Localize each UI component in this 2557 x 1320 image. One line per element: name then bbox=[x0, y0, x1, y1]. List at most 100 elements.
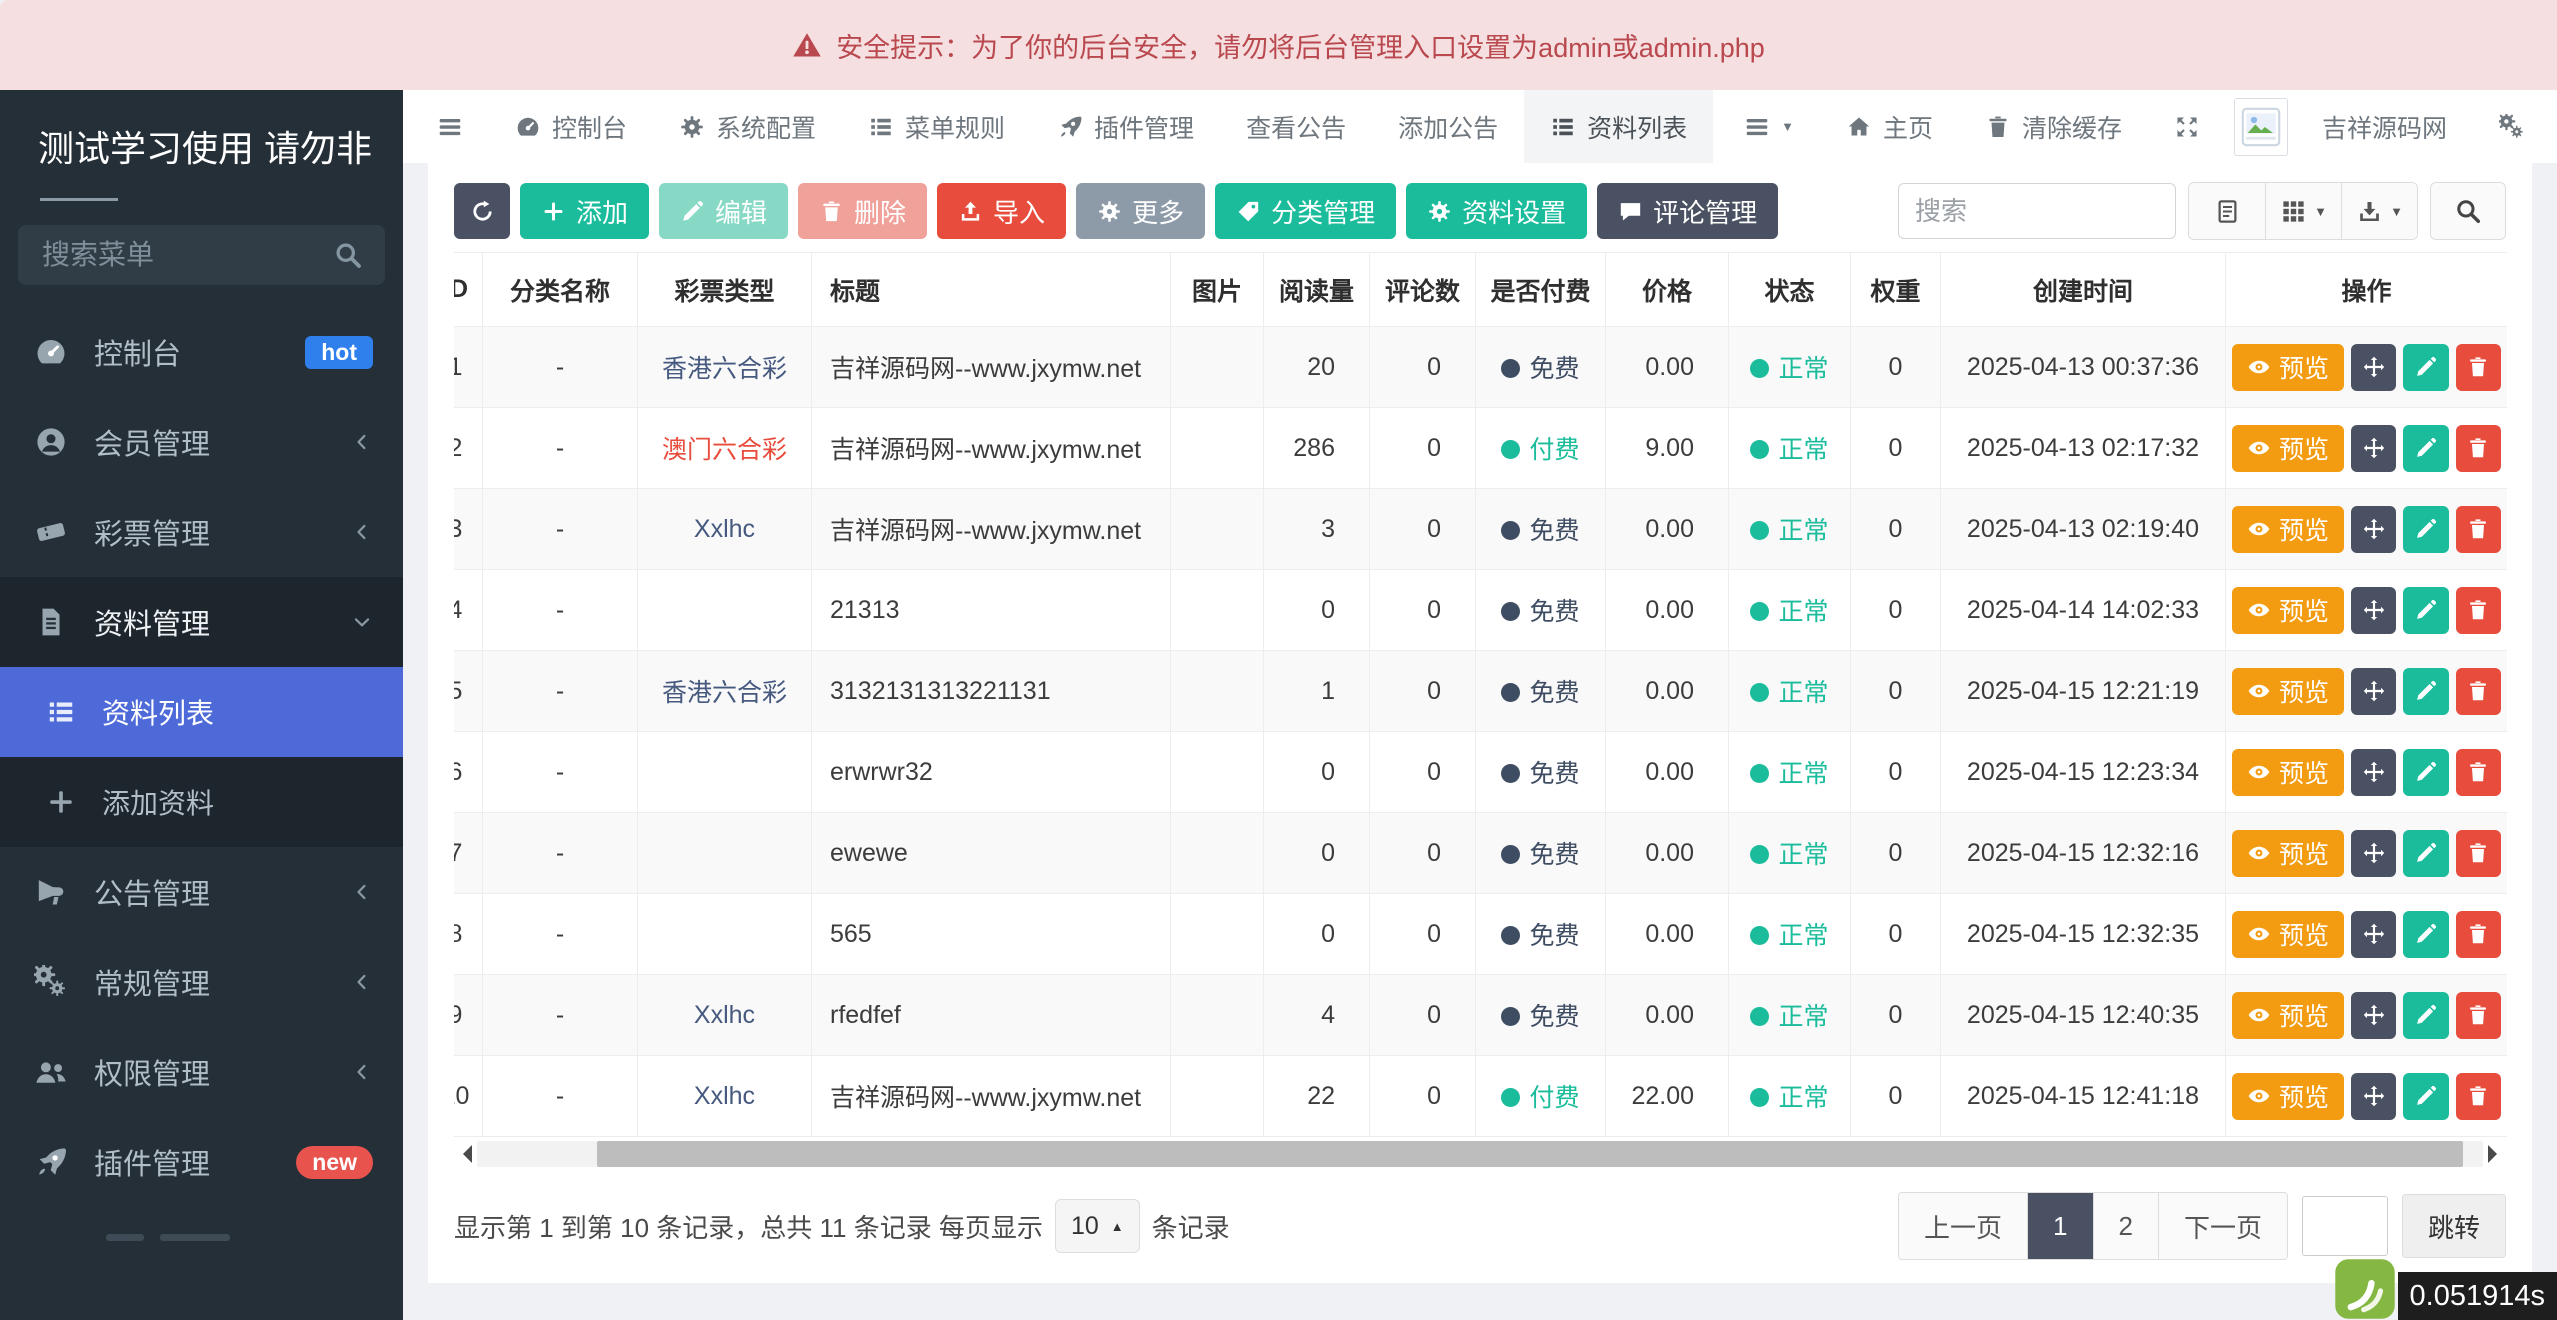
table-row[interactable]: 4 - 21313 0 0 免费 0.00 正常 0 2025-04-14 14… bbox=[454, 570, 2507, 651]
edit-button[interactable] bbox=[2403, 506, 2448, 553]
table-row[interactable]: 9 - Xxlhc rfedfef 4 0 免费 0.00 正常 0 2025-… bbox=[454, 975, 2507, 1056]
sidebar-item-data-list[interactable]: 资料列表 bbox=[0, 667, 403, 757]
page-button-上一页[interactable]: 上一页 bbox=[1899, 1193, 2027, 1259]
import-button[interactable]: 导入 bbox=[937, 183, 1066, 239]
export-button[interactable]: ▼ bbox=[2341, 183, 2417, 239]
sidebar-search-input[interactable] bbox=[40, 238, 333, 272]
preview-button[interactable]: 预览 bbox=[2232, 506, 2344, 553]
move-button[interactable] bbox=[2351, 587, 2396, 634]
move-button[interactable] bbox=[2351, 506, 2396, 553]
edit-button[interactable] bbox=[2403, 668, 2448, 715]
move-button[interactable] bbox=[2351, 992, 2396, 1039]
preview-button[interactable]: 预览 bbox=[2232, 344, 2344, 391]
sidebar-item-members[interactable]: 会员管理 bbox=[0, 397, 403, 487]
move-button[interactable] bbox=[2351, 425, 2396, 472]
page-button-下一页[interactable]: 下一页 bbox=[2158, 1193, 2287, 1259]
table-row[interactable]: 3 - Xxlhc 吉祥源码网--www.jxymw.net 3 0 免费 0.… bbox=[454, 489, 2507, 570]
preview-button[interactable]: 预览 bbox=[2232, 668, 2344, 715]
table-search-input[interactable] bbox=[1898, 183, 2176, 239]
nav-settings[interactable] bbox=[2473, 90, 2551, 163]
category-manage-button[interactable]: 分类管理 bbox=[1215, 183, 1396, 239]
preview-button[interactable]: 预览 bbox=[2232, 1073, 2344, 1120]
page-size-dropdown[interactable]: 10 ▲ bbox=[1055, 1199, 1140, 1253]
sidebar-item-permission[interactable]: 权限管理 bbox=[0, 1027, 403, 1117]
scrollbar-track[interactable] bbox=[477, 1141, 2483, 1167]
delete-button[interactable] bbox=[2456, 749, 2501, 796]
nav-item-plugin-manage[interactable]: 插件管理 bbox=[1031, 90, 1220, 163]
move-button[interactable] bbox=[2351, 344, 2396, 391]
preview-button[interactable]: 预览 bbox=[2232, 749, 2344, 796]
nav-site-name[interactable]: 吉祥源码网 bbox=[2296, 90, 2473, 163]
sidebar-item-console[interactable]: 控制台 hot bbox=[0, 307, 403, 397]
nav-item-add-announcement[interactable]: 添加公告 bbox=[1372, 90, 1524, 163]
edit-button[interactable] bbox=[2403, 1073, 2448, 1120]
search-button[interactable] bbox=[2430, 182, 2506, 240]
edit-button[interactable] bbox=[2403, 749, 2448, 796]
sidebar-item-data-manage[interactable]: 资料管理 bbox=[0, 577, 403, 667]
scroll-right-arrow[interactable] bbox=[2488, 1145, 2506, 1163]
delete-button[interactable] bbox=[2456, 344, 2501, 391]
move-button[interactable] bbox=[2351, 911, 2396, 958]
table-row[interactable]: 6 - erwrwr32 0 0 免费 0.00 正常 0 2025-04-15… bbox=[454, 732, 2507, 813]
delete-button[interactable] bbox=[2456, 425, 2501, 472]
jump-button[interactable]: 跳转 bbox=[2402, 1194, 2506, 1258]
scrollbar-thumb[interactable] bbox=[597, 1141, 2463, 1167]
edit-button[interactable] bbox=[2403, 587, 2448, 634]
table-row[interactable]: 2 - 澳门六合彩 吉祥源码网--www.jxymw.net 286 0 付费 … bbox=[454, 408, 2507, 489]
edit-button[interactable] bbox=[2403, 830, 2448, 877]
move-button[interactable] bbox=[2351, 830, 2396, 877]
preview-button[interactable]: 预览 bbox=[2232, 587, 2344, 634]
table-row[interactable]: 5 - 香港六合彩 3132131313221131 1 0 免费 0.00 正… bbox=[454, 651, 2507, 732]
move-button[interactable] bbox=[2351, 1073, 2396, 1120]
preview-button[interactable]: 预览 bbox=[2232, 992, 2344, 1039]
nav-item-data-list[interactable]: 资料列表 bbox=[1524, 90, 1713, 163]
edit-button[interactable] bbox=[2403, 344, 2448, 391]
delete-button[interactable]: 删除 bbox=[798, 183, 927, 239]
delete-button[interactable] bbox=[2456, 587, 2501, 634]
sidebar-item-plugin[interactable]: 插件管理 new bbox=[0, 1117, 403, 1207]
table-row[interactable]: 10 - Xxlhc 吉祥源码网--www.jxymw.net 22 0 付费 … bbox=[454, 1056, 2507, 1137]
table-row[interactable]: 1 - 香港六合彩 吉祥源码网--www.jxymw.net 20 0 免费 0… bbox=[454, 327, 2507, 408]
preview-button[interactable]: 预览 bbox=[2232, 425, 2344, 472]
lottery-type-link[interactable]: Xxlhc bbox=[694, 515, 755, 543]
preview-button[interactable]: 预览 bbox=[2232, 830, 2344, 877]
lottery-type-link[interactable]: Xxlhc bbox=[694, 1082, 755, 1110]
nav-item-system-config[interactable]: 系统配置 bbox=[653, 90, 842, 163]
edit-button[interactable]: 编辑 bbox=[659, 183, 788, 239]
jump-page-input[interactable] bbox=[2302, 1196, 2388, 1256]
nav-home[interactable]: 主页 bbox=[1820, 90, 1959, 163]
lottery-type-link[interactable]: Xxlhc bbox=[694, 1001, 755, 1029]
nav-item-view-announcements[interactable]: 查看公告 bbox=[1220, 90, 1372, 163]
nav-item-console[interactable]: 控制台 bbox=[489, 90, 653, 163]
avatar[interactable] bbox=[2234, 98, 2288, 156]
refresh-button[interactable] bbox=[454, 183, 510, 239]
lottery-type-link[interactable]: 香港六合彩 bbox=[662, 355, 787, 383]
table-row[interactable]: 7 - ewewe 0 0 免费 0.00 正常 0 2025-04-15 12… bbox=[454, 813, 2507, 894]
page-button-2[interactable]: 2 bbox=[2093, 1193, 2158, 1259]
sidebar-item-announcement[interactable]: 公告管理 bbox=[0, 847, 403, 937]
preview-button[interactable]: 预览 bbox=[2232, 911, 2344, 958]
edit-button[interactable] bbox=[2403, 911, 2448, 958]
move-button[interactable] bbox=[2351, 749, 2396, 796]
nav-menu-dropdown[interactable]: ▼ bbox=[1718, 90, 1820, 163]
nav-clear-cache[interactable]: 清除缓存 bbox=[1959, 90, 2148, 163]
sidebar-item-general[interactable]: 常规管理 bbox=[0, 937, 403, 1027]
sidebar-item-lottery[interactable]: 彩票管理 bbox=[0, 487, 403, 577]
lottery-type-link[interactable]: 澳门六合彩 bbox=[662, 436, 787, 464]
delete-button[interactable] bbox=[2456, 506, 2501, 553]
delete-button[interactable] bbox=[2456, 668, 2501, 715]
delete-button[interactable] bbox=[2456, 992, 2501, 1039]
page-button-1[interactable]: 1 bbox=[2027, 1193, 2092, 1259]
scroll-left-arrow[interactable] bbox=[454, 1145, 472, 1163]
sidebar-search[interactable] bbox=[18, 225, 385, 285]
more-button[interactable]: 更多 bbox=[1076, 183, 1205, 239]
edit-button[interactable] bbox=[2403, 992, 2448, 1039]
columns-button[interactable]: ▼ bbox=[2265, 183, 2341, 239]
sidebar-toggle-button[interactable] bbox=[411, 90, 489, 163]
fullscreen-button[interactable] bbox=[2148, 90, 2226, 163]
sidebar-item-data-add[interactable]: 添加资料 bbox=[0, 757, 403, 847]
table-row[interactable]: 8 - 565 0 0 免费 0.00 正常 0 2025-04-15 12:3… bbox=[454, 894, 2507, 975]
detail-view-button[interactable] bbox=[2189, 183, 2265, 239]
delete-button[interactable] bbox=[2456, 830, 2501, 877]
edit-button[interactable] bbox=[2403, 425, 2448, 472]
